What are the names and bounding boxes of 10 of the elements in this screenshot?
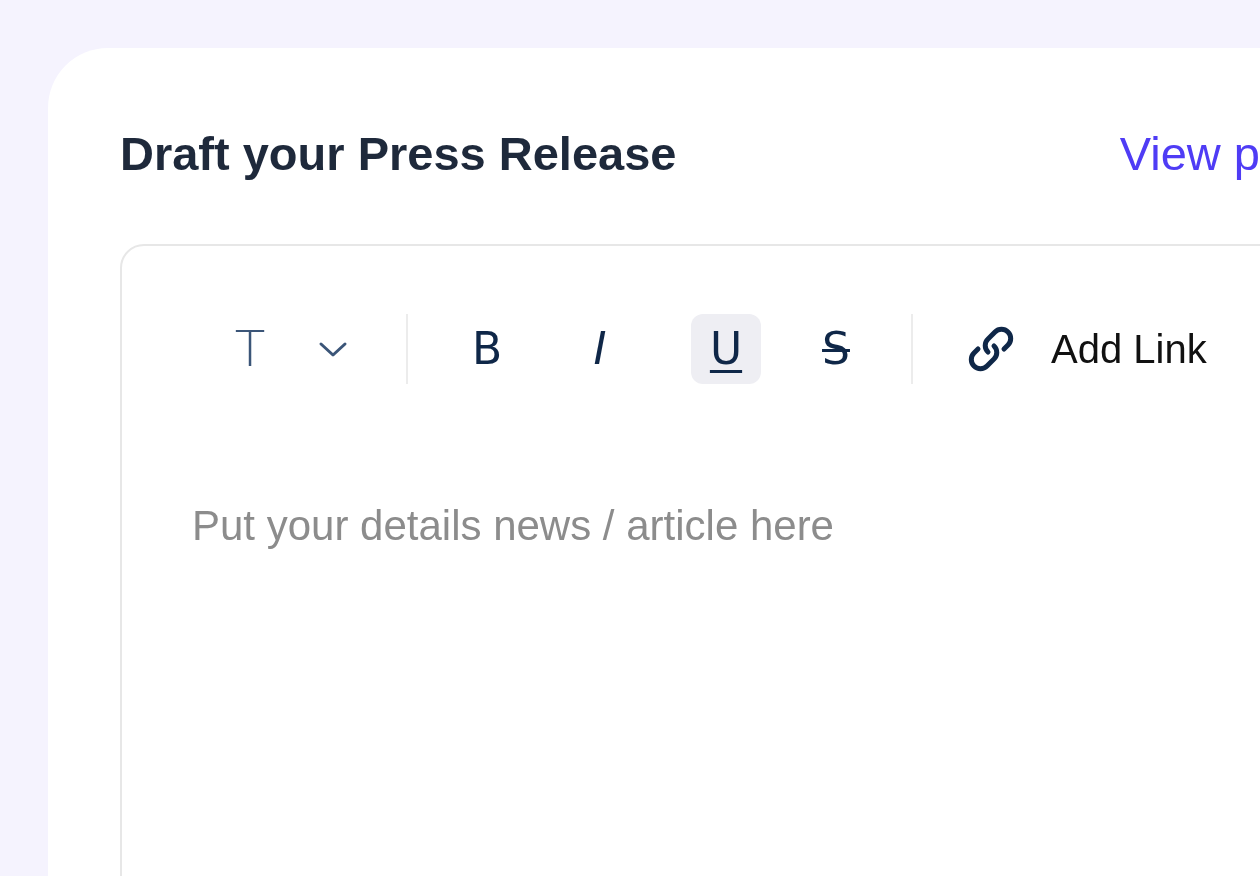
add-link-button[interactable]: Add Link xyxy=(961,314,1207,384)
view-link[interactable]: View p xyxy=(1119,125,1260,181)
bold-button[interactable]: B xyxy=(452,314,522,384)
text-style-button[interactable]: T xyxy=(215,314,285,384)
article-text-field[interactable]: Put your details news / article here xyxy=(192,502,1192,802)
underline-button[interactable]: U xyxy=(691,314,761,384)
italic-button[interactable]: I xyxy=(565,314,635,384)
page-title: Draft your Press Release xyxy=(120,125,677,181)
strikethrough-button[interactable]: S xyxy=(801,314,871,384)
rich-text-editor[interactable]: T B I U S Add Link Put your details news / article here xyxy=(120,244,1260,876)
